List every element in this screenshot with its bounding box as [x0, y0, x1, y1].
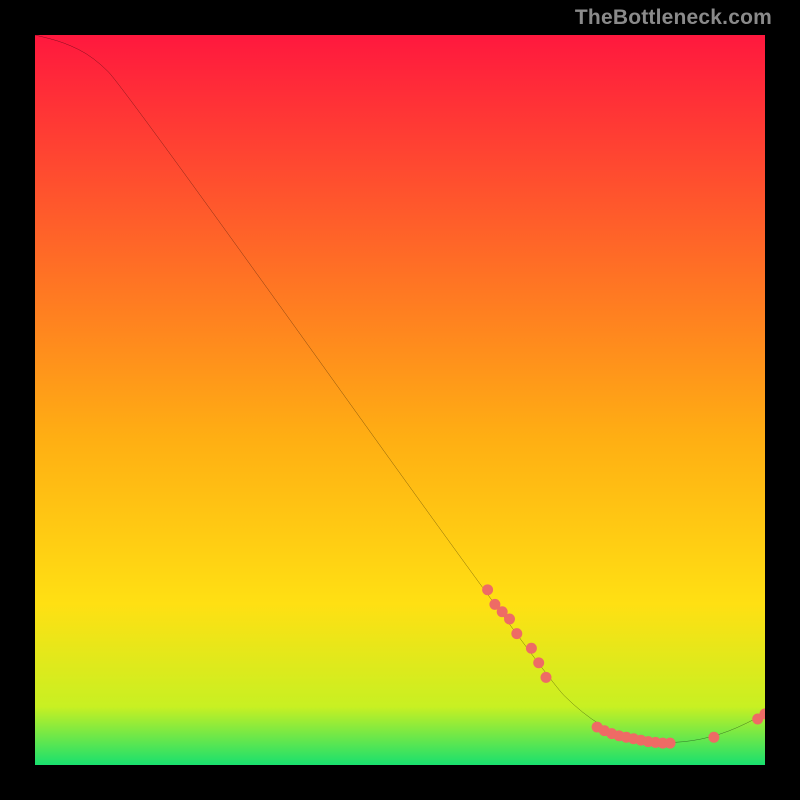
- data-marker: [541, 672, 552, 683]
- chart-container: TheBottleneck.com: [0, 0, 800, 800]
- data-marker: [526, 643, 537, 654]
- data-marker: [708, 732, 719, 743]
- data-marker: [511, 628, 522, 639]
- gradient-background: [35, 35, 765, 765]
- data-marker: [504, 614, 515, 625]
- data-marker: [482, 584, 493, 595]
- bottleneck-curve-plot: [35, 35, 765, 765]
- data-marker: [665, 738, 676, 749]
- watermark-text: TheBottleneck.com: [575, 6, 772, 30]
- data-marker: [533, 657, 544, 668]
